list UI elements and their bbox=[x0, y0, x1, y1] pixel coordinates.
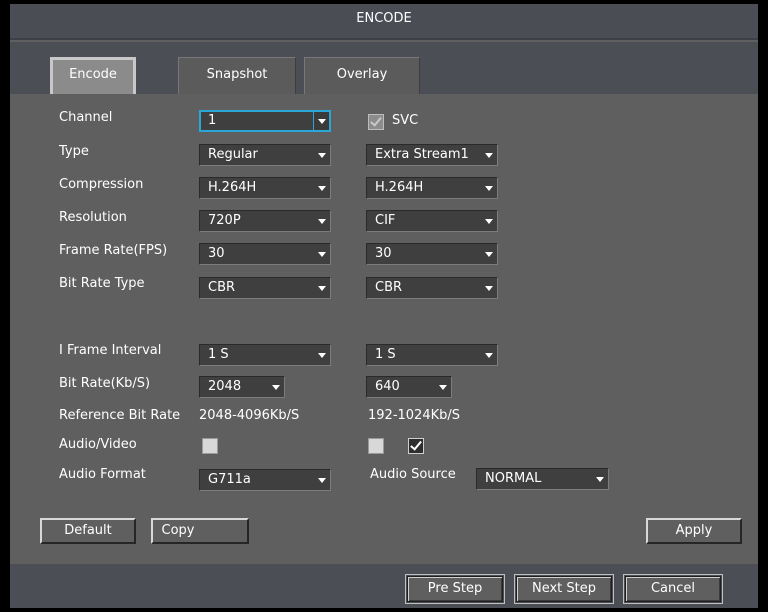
chevron-down-icon bbox=[481, 178, 497, 198]
audio-format-value: G711a bbox=[208, 472, 251, 487]
i-frame-interval-value: 1 S bbox=[208, 347, 229, 362]
extra-resolution-value: CIF bbox=[375, 213, 396, 228]
chevron-down-icon bbox=[481, 244, 497, 264]
frame-rate-label: Frame Rate(FPS) bbox=[59, 243, 168, 258]
chevron-down-icon bbox=[435, 377, 451, 397]
reference-bit-rate-label: Reference Bit Rate bbox=[59, 408, 181, 423]
tab-encode[interactable]: Encode bbox=[50, 57, 136, 94]
copy-button[interactable]: Copy bbox=[151, 518, 249, 544]
extra-bit-rate-type-value: CBR bbox=[375, 280, 403, 295]
extra-bit-rate-value: 640 bbox=[375, 379, 400, 394]
extra-bit-rate-select[interactable]: 640 bbox=[366, 376, 452, 398]
extra-type-select[interactable]: Extra Stream1 bbox=[366, 144, 498, 166]
type-value: Regular bbox=[208, 147, 258, 162]
bit-rate-select[interactable]: 2048 bbox=[199, 376, 285, 398]
compression-label: Compression bbox=[59, 177, 144, 192]
extra-type-value: Extra Stream1 bbox=[375, 147, 469, 162]
resolution-value: 720P bbox=[208, 213, 241, 228]
audio-video-checkbox[interactable] bbox=[202, 438, 218, 454]
resolution-select[interactable]: 720P bbox=[199, 210, 331, 232]
apply-button[interactable]: Apply bbox=[646, 518, 742, 544]
chevron-down-icon bbox=[481, 145, 497, 165]
next-step-button[interactable]: Next Step bbox=[514, 574, 614, 604]
extra-bit-rate-type-select[interactable]: CBR bbox=[366, 277, 498, 299]
chevron-down-icon bbox=[314, 278, 330, 298]
audio-format-select[interactable]: G711a bbox=[199, 469, 331, 491]
channel-value: 1 bbox=[208, 113, 217, 128]
chevron-down-icon bbox=[481, 278, 497, 298]
frame-rate-select[interactable]: 30 bbox=[199, 243, 331, 265]
extra-frame-rate-value: 30 bbox=[375, 246, 392, 261]
extra-i-frame-interval-select[interactable]: 1 S bbox=[366, 344, 498, 366]
bit-rate-value: 2048 bbox=[208, 379, 242, 394]
extra-reference-bit-rate-value: 192-1024Kb/S bbox=[368, 408, 460, 423]
extra-compression-value: H.264H bbox=[375, 180, 424, 195]
chevron-down-icon bbox=[592, 469, 608, 489]
extra-audio-video-checkbox[interactable] bbox=[368, 438, 384, 454]
chevron-down-icon bbox=[313, 112, 329, 130]
extra-stream-checkbox[interactable] bbox=[408, 438, 424, 454]
audio-format-label: Audio Format bbox=[59, 467, 146, 482]
type-select[interactable]: Regular bbox=[199, 144, 331, 166]
i-frame-interval-select[interactable]: 1 S bbox=[199, 344, 331, 366]
bit-rate-label: Bit Rate(Kb/S) bbox=[59, 376, 151, 391]
svc-label: SVC bbox=[392, 113, 419, 128]
chevron-down-icon bbox=[314, 345, 330, 365]
audio-video-label: Audio/Video bbox=[59, 437, 137, 452]
audio-source-value: NORMAL bbox=[485, 471, 542, 486]
bit-rate-type-select[interactable]: CBR bbox=[199, 277, 331, 299]
pre-step-button[interactable]: Pre Step bbox=[405, 574, 505, 604]
frame-rate-value: 30 bbox=[208, 246, 225, 261]
cancel-button[interactable]: Cancel bbox=[623, 574, 723, 604]
extra-frame-rate-select[interactable]: 30 bbox=[366, 243, 498, 265]
chevron-down-icon bbox=[314, 244, 330, 264]
type-label: Type bbox=[59, 144, 89, 159]
extra-i-frame-interval-value: 1 S bbox=[375, 347, 396, 362]
default-button[interactable]: Default bbox=[40, 518, 136, 544]
footer-bar: Pre Step Next Step Cancel bbox=[10, 564, 758, 608]
audio-source-label: Audio Source bbox=[370, 467, 456, 482]
chevron-down-icon bbox=[314, 145, 330, 165]
compression-select[interactable]: H.264H bbox=[199, 177, 331, 199]
chevron-down-icon bbox=[314, 178, 330, 198]
window-title: ENCODE bbox=[10, 4, 758, 40]
reference-bit-rate-value: 2048-4096Kb/S bbox=[199, 408, 300, 423]
resolution-label: Resolution bbox=[59, 210, 127, 225]
channel-label: Channel bbox=[59, 110, 113, 125]
extra-resolution-select[interactable]: CIF bbox=[366, 210, 498, 232]
encode-window: ENCODE Encode Snapshot Overlay Channel T… bbox=[10, 4, 758, 608]
compression-value: H.264H bbox=[208, 180, 257, 195]
tab-strip: Encode Snapshot Overlay bbox=[10, 42, 758, 94]
chevron-down-icon bbox=[268, 377, 284, 397]
chevron-down-icon bbox=[314, 211, 330, 231]
chevron-down-icon bbox=[481, 345, 497, 365]
svc-checkbox[interactable] bbox=[368, 114, 384, 130]
chevron-down-icon bbox=[314, 470, 330, 490]
tab-snapshot[interactable]: Snapshot bbox=[178, 57, 296, 94]
bit-rate-type-label: Bit Rate Type bbox=[59, 276, 145, 291]
channel-select[interactable]: 1 bbox=[199, 110, 331, 132]
tab-overlay[interactable]: Overlay bbox=[304, 57, 420, 94]
audio-source-select[interactable]: NORMAL bbox=[476, 468, 609, 490]
chevron-down-icon bbox=[481, 211, 497, 231]
extra-compression-select[interactable]: H.264H bbox=[366, 177, 498, 199]
bit-rate-type-value: CBR bbox=[208, 280, 236, 295]
i-frame-interval-label: I Frame Interval bbox=[59, 343, 162, 358]
